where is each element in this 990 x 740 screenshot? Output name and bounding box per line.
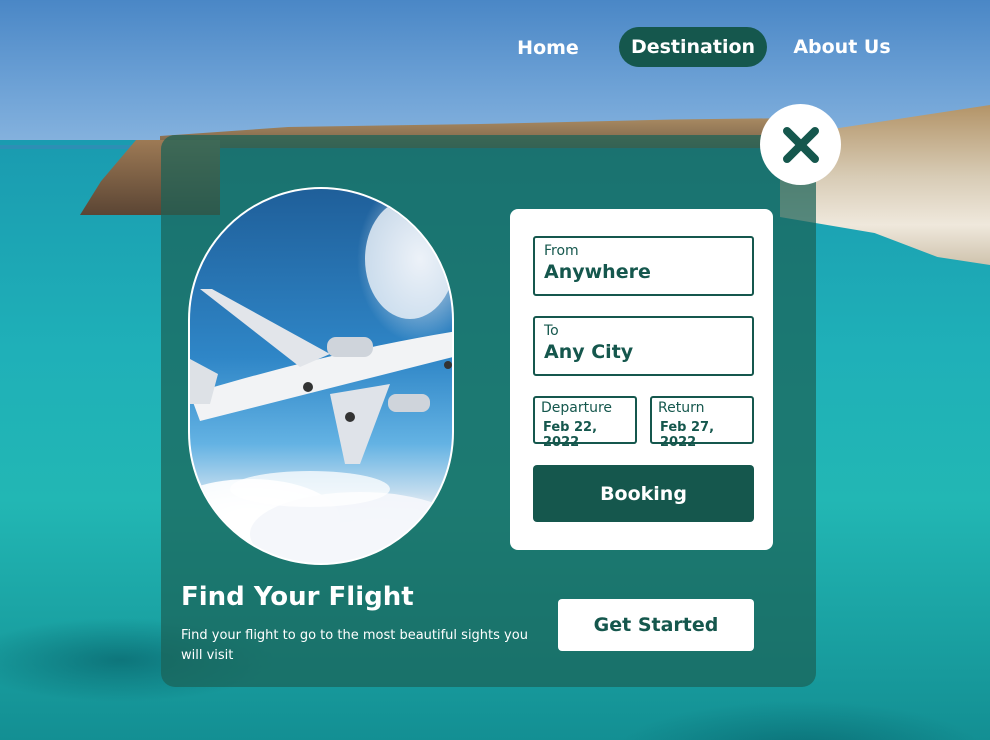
from-label: From xyxy=(544,243,579,259)
page-title: Find Your Flight xyxy=(181,582,414,612)
return-label: Return xyxy=(658,400,705,416)
to-field[interactable]: To Any City xyxy=(533,316,754,376)
to-label: To xyxy=(544,323,559,339)
from-value: Anywhere xyxy=(544,261,651,283)
close-icon xyxy=(782,126,819,163)
nav-destination[interactable]: Destination xyxy=(619,27,767,67)
departure-label: Departure xyxy=(541,400,613,416)
airplane-illustration xyxy=(190,199,452,563)
nav-about-us[interactable]: About Us xyxy=(788,27,896,67)
close-button[interactable] xyxy=(760,104,841,185)
page-subtitle: Find your flight to go to the most beaut… xyxy=(181,628,528,663)
return-field[interactable]: Return Feb 27, 2022 xyxy=(650,396,754,450)
departure-field[interactable]: Departure Feb 22, 2022 xyxy=(533,396,637,450)
get-started-button[interactable]: Get Started xyxy=(558,599,754,651)
airplane-photo xyxy=(188,187,454,565)
to-value: Any City xyxy=(544,341,634,363)
from-field[interactable]: From Anywhere xyxy=(533,236,754,296)
departure-value: Feb 22, 2022 xyxy=(543,420,598,450)
booking-button[interactable]: Booking xyxy=(533,465,754,522)
return-value: Feb 27, 2022 xyxy=(660,420,715,450)
nav-home[interactable]: Home xyxy=(500,28,596,68)
